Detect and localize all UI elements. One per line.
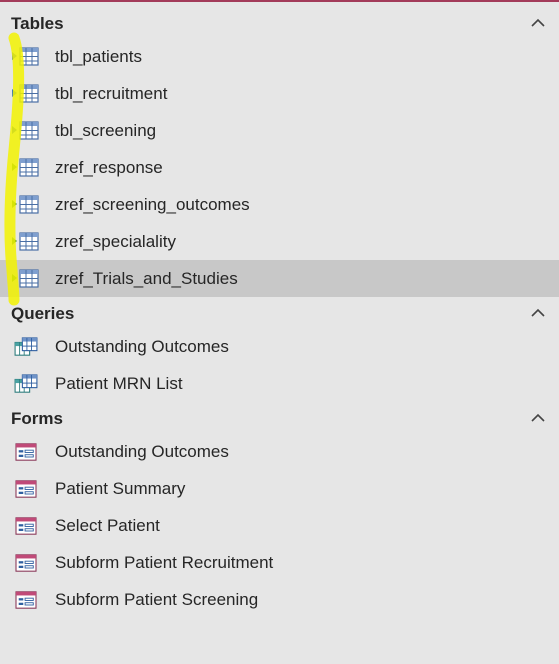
nav-item-label: zref_screening_outcomes	[55, 195, 250, 214]
form-icon	[15, 554, 37, 572]
nav-item-label: zref_Trials_and_Studies	[55, 269, 238, 288]
linked-table-icon	[12, 195, 39, 214]
nav-item-form-subform-patient-recruitment[interactable]: Subform Patient Recruitment	[0, 544, 559, 581]
queries-group-header[interactable]: Queries	[0, 298, 559, 328]
query-icon	[14, 374, 38, 393]
nav-item-form-select-patient[interactable]: Select Patient	[0, 507, 559, 544]
nav-item-zref-screening-outcomes[interactable]: zref_screening_outcomes	[0, 186, 559, 223]
nav-item-zref-trials-and-studies[interactable]: zref_Trials_and_Studies	[0, 260, 559, 297]
nav-item-query-outstanding-outcomes[interactable]: Outstanding Outcomes	[0, 328, 559, 365]
nav-item-label: zref_response	[55, 158, 163, 177]
nav-item-form-subform-patient-screening[interactable]: Subform Patient Screening	[0, 581, 559, 618]
linked-table-icon	[12, 232, 39, 251]
linked-table-icon	[12, 47, 39, 66]
window-top-border	[0, 0, 559, 2]
nav-item-zref-response[interactable]: zref_response	[0, 149, 559, 186]
queries-group: Queries Outstanding Outcomes Patient MRN…	[0, 298, 559, 402]
linked-table-icon	[12, 121, 39, 140]
linked-table-icon	[12, 84, 39, 103]
nav-item-label: Select Patient	[55, 516, 160, 535]
query-icon	[14, 337, 38, 356]
nav-item-form-outstanding-outcomes[interactable]: Outstanding Outcomes	[0, 433, 559, 470]
nav-item-tbl-recruitment[interactable]: tbl_recruitment	[0, 75, 559, 112]
nav-item-label: tbl_recruitment	[55, 84, 168, 103]
nav-item-tbl-screening[interactable]: tbl_screening	[0, 112, 559, 149]
nav-item-label: zref_specialality	[55, 232, 176, 251]
nav-item-label: tbl_screening	[55, 121, 157, 140]
collapse-chevron-up-icon[interactable]	[529, 411, 547, 425]
queries-group-title: Queries	[11, 304, 75, 323]
linked-table-icon	[12, 158, 39, 177]
nav-item-form-patient-summary[interactable]: Patient Summary	[0, 470, 559, 507]
nav-item-tbl-patients[interactable]: tbl_patients	[0, 38, 559, 75]
collapse-chevron-up-icon[interactable]	[529, 306, 547, 320]
tables-group: Tables tbl_patients tbl_recruitment tbl_…	[0, 8, 559, 297]
tables-group-title: Tables	[11, 14, 64, 33]
forms-group: Forms Outstanding Outcomes Patient Summa…	[0, 403, 559, 618]
nav-item-zref-specialality[interactable]: zref_specialality	[0, 223, 559, 260]
forms-group-header[interactable]: Forms	[0, 403, 559, 433]
form-icon	[15, 517, 37, 535]
nav-item-label: Subform Patient Screening	[55, 590, 259, 609]
nav-item-label: Patient Summary	[55, 479, 186, 498]
nav-item-label: Patient MRN List	[55, 374, 183, 393]
nav-item-label: Subform Patient Recruitment	[55, 553, 274, 572]
nav-item-label: Outstanding Outcomes	[55, 442, 229, 461]
nav-item-label: tbl_patients	[55, 47, 142, 66]
collapse-chevron-up-icon[interactable]	[529, 16, 547, 30]
tables-group-header[interactable]: Tables	[0, 8, 559, 38]
form-icon	[15, 443, 37, 461]
nav-item-query-patient-mrn-list[interactable]: Patient MRN List	[0, 365, 559, 402]
form-icon	[15, 591, 37, 609]
linked-table-icon	[12, 269, 39, 288]
form-icon	[15, 480, 37, 498]
forms-group-title: Forms	[11, 409, 63, 428]
nav-item-label: Outstanding Outcomes	[55, 337, 229, 356]
